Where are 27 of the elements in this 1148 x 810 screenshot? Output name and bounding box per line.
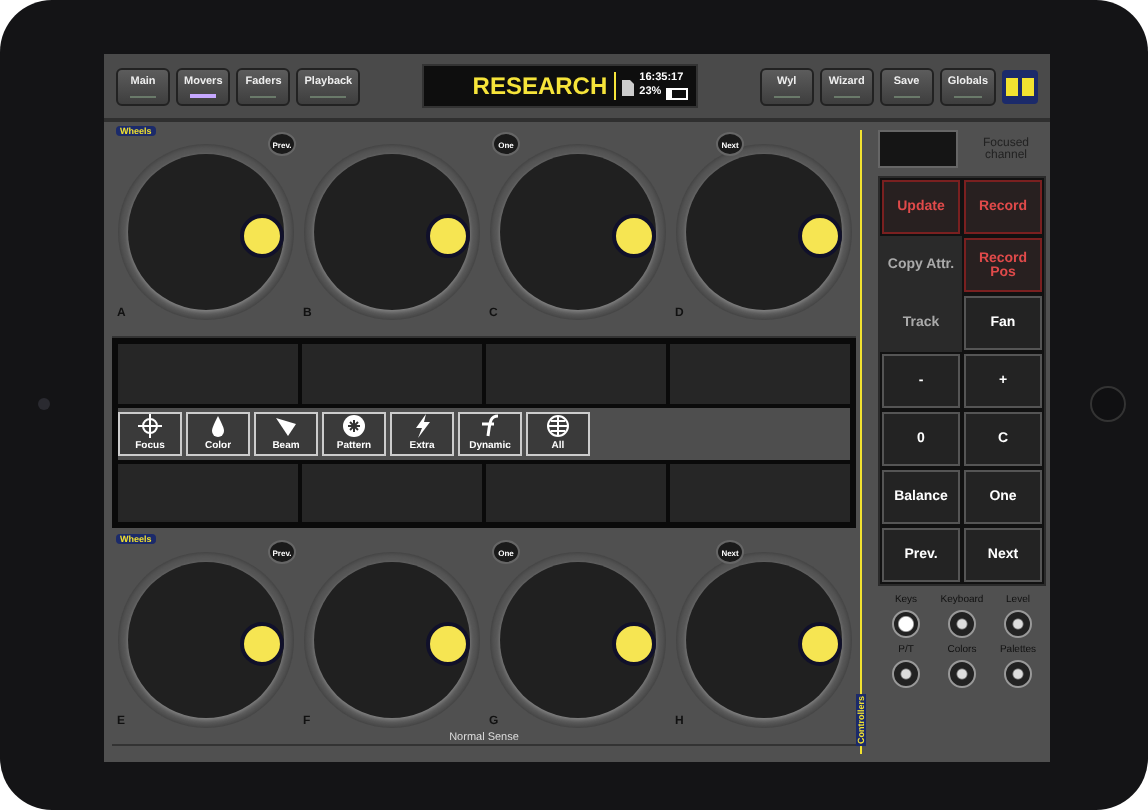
encoder-wheel[interactable]	[313, 562, 469, 718]
globe-icon	[546, 414, 570, 438]
pattern-icon	[342, 414, 366, 438]
crosshair-icon	[138, 414, 162, 438]
show-title: RESEARCH	[472, 72, 616, 100]
cone-icon	[274, 414, 298, 438]
encoder-wheel[interactable]	[127, 562, 283, 718]
indicator-button[interactable]	[948, 610, 976, 638]
channel-display	[878, 130, 958, 168]
indicator-button[interactable]	[1004, 660, 1032, 688]
indicator-button[interactable]	[948, 660, 976, 688]
document-icon	[621, 77, 634, 95]
encoder-wheel[interactable]	[499, 562, 655, 718]
battery-icon	[665, 87, 688, 99]
drop-icon	[206, 414, 230, 438]
encoder-wheel[interactable]	[127, 154, 283, 310]
encoder-wheel[interactable]	[313, 154, 469, 310]
grid-icon[interactable]	[1002, 69, 1038, 103]
lightning-icon	[410, 414, 434, 438]
encoder-wheel[interactable]	[499, 154, 655, 310]
encoder-wheel[interactable]	[685, 154, 841, 310]
indicator-button[interactable]	[892, 660, 920, 688]
camera-icon	[38, 398, 50, 410]
indicator-button[interactable]	[892, 610, 920, 638]
indicator-button[interactable]	[1004, 610, 1032, 638]
encoder-wheel[interactable]	[685, 562, 841, 718]
dynamic-icon	[478, 414, 502, 438]
